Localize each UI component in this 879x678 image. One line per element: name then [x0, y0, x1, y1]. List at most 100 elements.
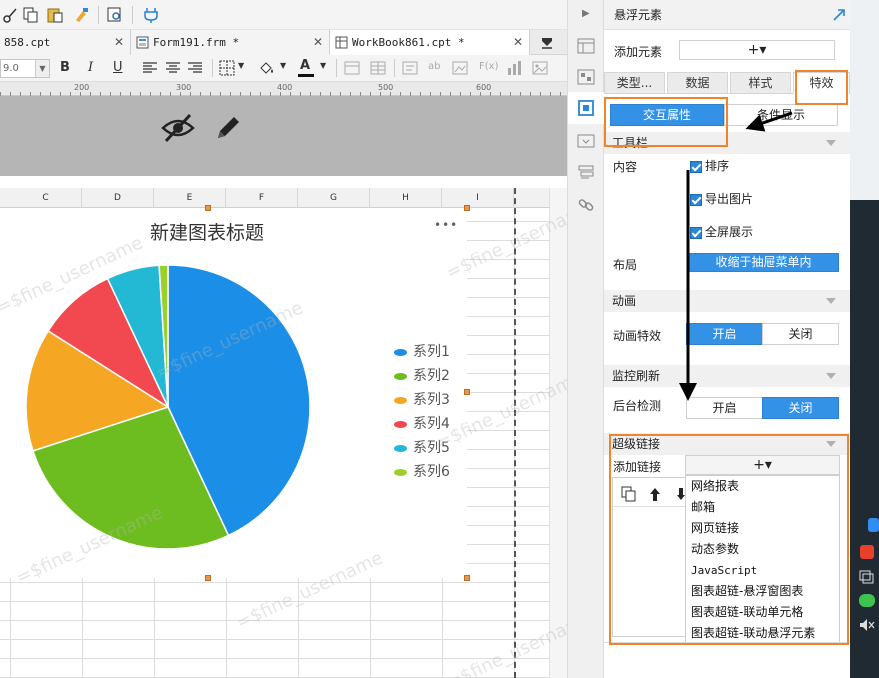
font-color-button[interactable]: A: [296, 57, 316, 79]
cell-properties-icon[interactable]: [577, 37, 595, 55]
column-header[interactable]: H: [370, 188, 442, 208]
legend-item[interactable]: 系列6: [394, 460, 466, 484]
font-color-letter: A: [300, 58, 311, 73]
widget-icon[interactable]: [577, 132, 595, 150]
plugin-icon[interactable]: [142, 6, 160, 24]
merge-cells-icon[interactable]: [344, 61, 360, 75]
legend-swatch: [394, 420, 407, 428]
link-icon[interactable]: [577, 196, 595, 214]
column-header[interactable]: F: [226, 188, 298, 208]
font-size-select[interactable]: 9.0 ▼: [0, 59, 50, 78]
legend-label: 系列5: [413, 440, 450, 456]
tab-menu-icon[interactable]: [539, 35, 555, 51]
bold-button[interactable]: B: [60, 60, 70, 75]
page-break-line: [514, 188, 516, 678]
workbook-file-icon: [335, 36, 348, 49]
column-header[interactable]: G: [298, 188, 370, 208]
document-tabs: 858.cpt ✕ Form191.frm * ✕ WorkBook861.cp…: [0, 30, 567, 55]
chevron-down-icon[interactable]: ▼: [280, 61, 286, 70]
tab-workbook861[interactable]: WorkBook861.cpt * ✕: [330, 30, 530, 55]
column-header[interactable]: E: [154, 188, 226, 208]
annotation-arrows: [679, 111, 793, 401]
tab-858-cpt[interactable]: 858.cpt ✕: [0, 30, 131, 55]
resize-handle[interactable]: [464, 389, 470, 395]
legend-swatch: [394, 396, 407, 404]
ruler-mark: 200: [74, 83, 90, 92]
insert-rich-text-button[interactable]: ab: [428, 61, 440, 72]
chevron-down-icon[interactable]: ▼: [238, 61, 244, 70]
close-icon[interactable]: ✕: [313, 30, 323, 55]
resize-handle[interactable]: [205, 575, 211, 581]
chart-legend: 系列1 系列2 系列3 系列4 系列5 系列6: [394, 340, 466, 484]
tab-form191[interactable]: Form191.frm * ✕: [131, 30, 330, 55]
close-icon[interactable]: ✕: [513, 30, 523, 55]
wechat-icon[interactable]: [859, 594, 875, 607]
app-icon[interactable]: [860, 545, 874, 559]
chevron-down-icon[interactable]: ▼: [35, 60, 49, 77]
formula-button[interactable]: F(x): [479, 61, 498, 72]
window-icon[interactable]: [859, 570, 875, 584]
resize-handle[interactable]: [464, 575, 470, 581]
ruler-mark: 400: [277, 83, 293, 92]
legend-swatch: [394, 348, 407, 356]
legend-swatch: [394, 372, 407, 380]
legend-label: 系列2: [413, 368, 450, 384]
split-cells-icon[interactable]: [370, 61, 386, 75]
legend-item[interactable]: 系列4: [394, 412, 466, 436]
stack-icon[interactable]: [577, 163, 595, 181]
form-file-icon: [136, 36, 149, 49]
legend-item[interactable]: 系列5: [394, 436, 466, 460]
border-icon[interactable]: [219, 60, 235, 76]
float-element-icon[interactable]: [577, 99, 595, 117]
app-icon[interactable]: [868, 518, 879, 532]
side-icon-strip: ▶: [567, 0, 604, 678]
tab-label: 858.cpt: [4, 36, 51, 49]
ruler-mark: 500: [378, 83, 394, 92]
chevron-right-icon[interactable]: ▶: [582, 8, 590, 19]
eye-off-icon[interactable]: [160, 112, 196, 144]
ruler-mark: 300: [176, 83, 192, 92]
image-icon[interactable]: [532, 60, 548, 76]
chart-icon[interactable]: [506, 60, 522, 76]
pencil-icon[interactable]: [212, 112, 244, 144]
fill-color-icon[interactable]: [258, 60, 276, 76]
format-toolbar: 9.0 ▼ B I U ▼ ▼ A ▼ ab F(x): [0, 55, 567, 82]
copy-icon[interactable]: [22, 6, 40, 24]
resize-handle[interactable]: [464, 205, 470, 211]
preview-icon[interactable]: [106, 6, 124, 24]
format-painter-icon[interactable]: [72, 6, 90, 24]
ruler: 200 300 400 500 600: [0, 82, 567, 96]
paste-icon[interactable]: [46, 6, 64, 24]
legend-item[interactable]: 系列3: [394, 388, 466, 412]
align-left-icon[interactable]: [142, 61, 158, 75]
legend-label: 系列6: [413, 464, 450, 480]
align-right-icon[interactable]: [187, 61, 203, 75]
underline-button[interactable]: U: [113, 60, 123, 75]
insert-text-icon[interactable]: [402, 61, 418, 75]
insert-image-icon[interactable]: [452, 61, 468, 75]
volume-muted-icon[interactable]: [859, 618, 875, 632]
italic-button[interactable]: I: [88, 60, 93, 75]
cell-elements-icon[interactable]: [577, 68, 595, 86]
main-toolbar: [0, 0, 567, 30]
font-size-value: 9.0: [3, 63, 19, 74]
vertical-scrollbar[interactable]: [549, 188, 567, 678]
float-element-panel: 悬浮元素 添加元素 +▾ 类型... 数据 样式 特效 交互属性 条件显示 工具…: [604, 0, 850, 678]
resize-handle[interactable]: [205, 205, 211, 211]
column-header[interactable]: I: [442, 188, 514, 208]
column-header[interactable]: D: [82, 188, 154, 208]
tab-label: WorkBook861.cpt *: [352, 36, 465, 49]
legend-label: 系列3: [413, 392, 450, 408]
cut-icon[interactable]: [2, 6, 20, 24]
legend-item[interactable]: 系列2: [394, 364, 466, 388]
hidden-elements-zone: [0, 96, 567, 176]
legend-label: 系列1: [413, 344, 450, 360]
chart-container[interactable]: 新建图表标题 ••• 系列1 系列2 系列3 系列4 系列5 系列6: [0, 208, 467, 578]
close-icon[interactable]: ✕: [114, 30, 124, 55]
align-center-icon[interactable]: [165, 61, 181, 75]
legend-item[interactable]: 系列1: [394, 340, 466, 364]
tab-label: Form191.frm *: [153, 36, 240, 49]
column-header[interactable]: C: [10, 188, 82, 208]
taskbar-area: [850, 200, 879, 678]
chevron-down-icon[interactable]: ▼: [320, 61, 326, 70]
